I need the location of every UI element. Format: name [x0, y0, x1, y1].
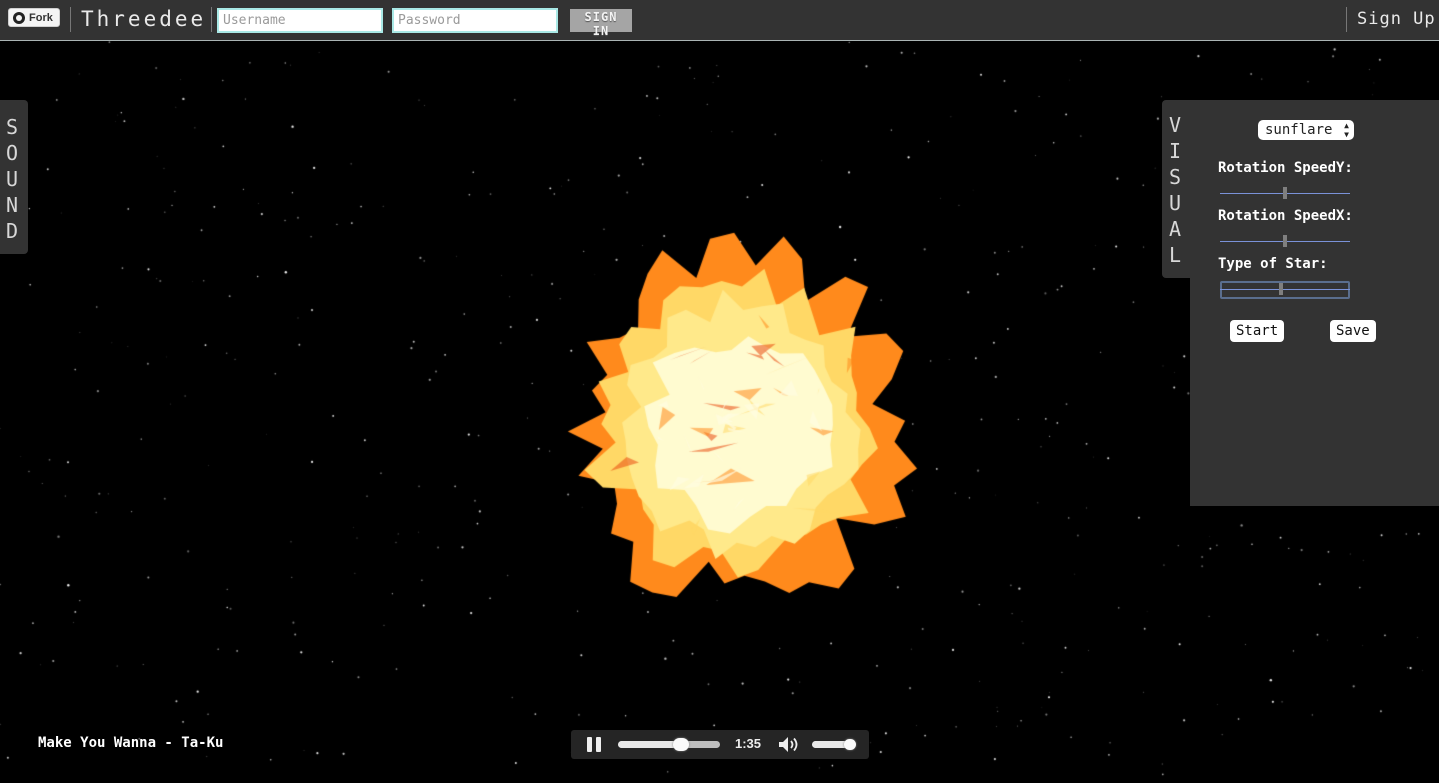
slider-thumb[interactable]: [1279, 283, 1284, 295]
rotation-speed-x-label: Rotation SpeedX:: [1218, 208, 1353, 224]
top-bar: Fork Threedee SIGN IN Sign Up: [0, 0, 1439, 41]
slider-thumb[interactable]: [1283, 187, 1287, 199]
password-input[interactable]: [392, 8, 558, 33]
github-fork-button[interactable]: Fork: [8, 8, 60, 27]
rotation-speed-y-label: Rotation SpeedY:: [1218, 160, 1353, 176]
sound-tab-label: S O U N D: [6, 114, 18, 244]
tab-letter: S: [1169, 165, 1182, 189]
slider-thumb[interactable]: [1283, 235, 1287, 247]
tab-letter: I: [1169, 139, 1182, 163]
seek-bar[interactable]: [618, 741, 720, 748]
divider: [1346, 7, 1347, 32]
tab-letter: D: [6, 219, 19, 243]
tab-letter: V: [1169, 113, 1182, 137]
rotation-speed-y-slider[interactable]: [1220, 187, 1350, 199]
sign-up-link[interactable]: Sign Up: [1357, 9, 1436, 29]
select-arrows-icon: ▲ ▼: [1344, 121, 1349, 139]
sign-in-button[interactable]: SIGN IN: [570, 9, 632, 38]
playback-time: 1:35: [735, 736, 762, 751]
brand-title[interactable]: Threedee: [81, 7, 206, 31]
divider: [211, 7, 212, 32]
star-type-label: Type of Star:: [1218, 256, 1328, 272]
visual-panel-tab[interactable]: V I S U A L: [1162, 100, 1192, 278]
now-playing-title: Make You Wanna - Ta-Ku: [38, 735, 224, 751]
volume-icon[interactable]: [778, 736, 802, 753]
tab-letter: L: [1169, 243, 1182, 267]
audio-player: 1:35: [571, 730, 869, 759]
divider: [70, 7, 71, 32]
visual-tab-label: V I S U A L: [1169, 112, 1181, 268]
preset-value: sunflare: [1265, 122, 1333, 138]
pause-icon[interactable]: [587, 737, 602, 752]
visual-settings-panel: sunflare ▲ ▼ Rotation SpeedY: Rotation Sp…: [1190, 100, 1439, 506]
tab-letter: S: [6, 115, 19, 139]
preset-select[interactable]: sunflare ▲ ▼: [1258, 120, 1354, 140]
star-type-slider[interactable]: [1220, 281, 1350, 299]
tab-letter: U: [6, 167, 19, 191]
username-input[interactable]: [217, 8, 383, 33]
volume-knob[interactable]: [843, 739, 856, 750]
github-icon: [13, 11, 25, 24]
fork-label: Fork: [29, 11, 53, 24]
tab-letter: U: [1169, 191, 1182, 215]
rotation-speed-x-slider[interactable]: [1220, 235, 1350, 247]
seek-knob[interactable]: [673, 738, 690, 751]
tab-letter: N: [6, 193, 19, 217]
sound-panel-tab[interactable]: S O U N D: [0, 100, 28, 254]
tab-letter: O: [6, 141, 19, 165]
save-button[interactable]: Save: [1330, 320, 1376, 342]
start-button[interactable]: Start: [1230, 320, 1285, 342]
tab-letter: A: [1169, 217, 1182, 241]
